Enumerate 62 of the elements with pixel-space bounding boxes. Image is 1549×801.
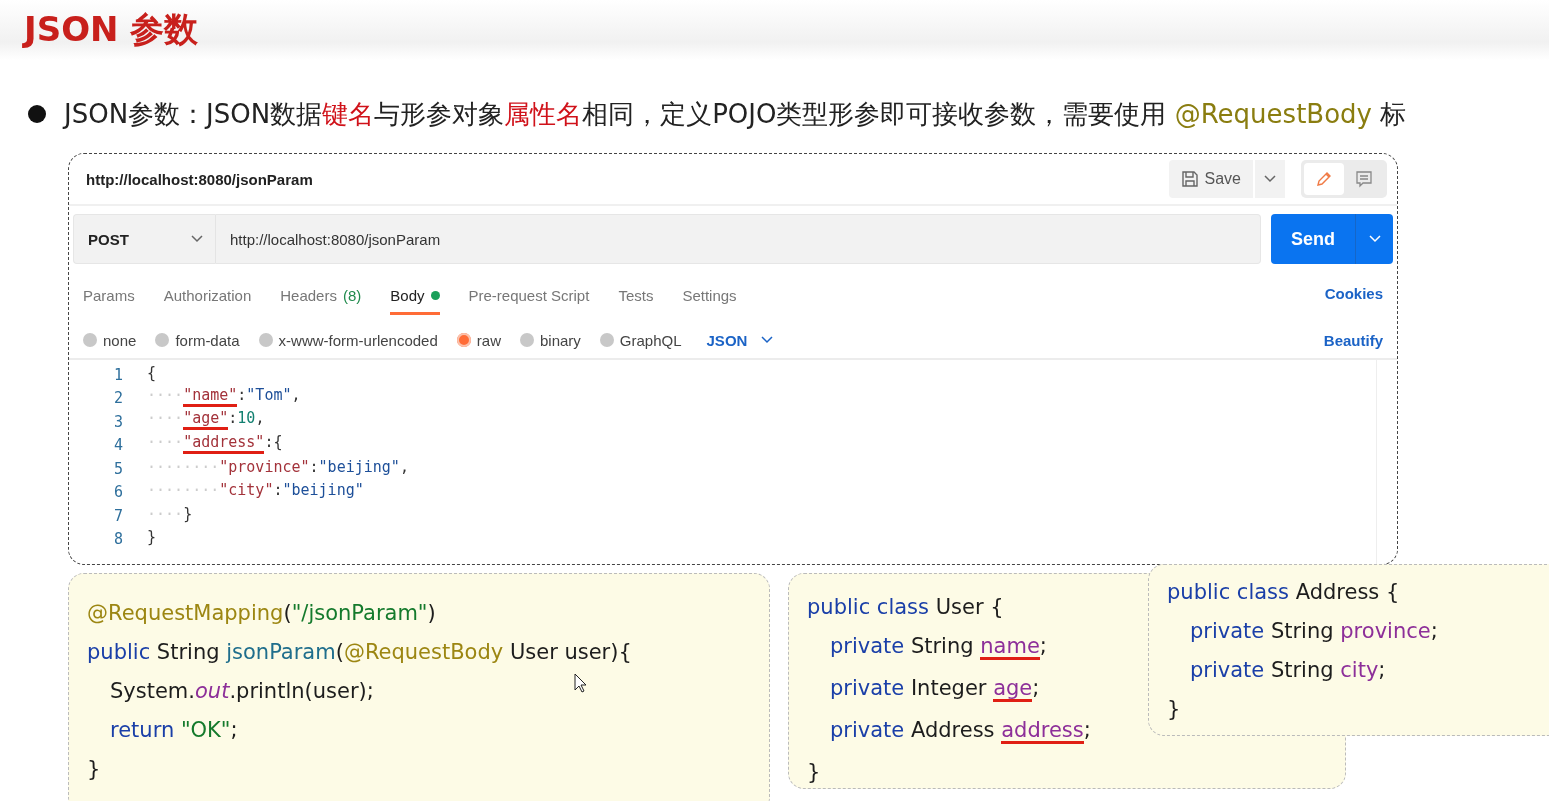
cookies-link[interactable]: Cookies (1324, 284, 1383, 302)
request-tab[interactable]: Body (390, 277, 440, 315)
method-select[interactable]: POST (73, 214, 215, 264)
code-line: ····"address":{ (147, 433, 283, 459)
code-line: ····"name":"Tom", (147, 386, 301, 412)
code-line: private Integer age; (830, 677, 1040, 704)
code-line: } (807, 761, 821, 786)
code-line: } (1167, 698, 1181, 723)
line-number: 1 (112, 365, 124, 384)
save-options-button[interactable] (1255, 160, 1285, 198)
pencil-button[interactable] (1304, 163, 1344, 195)
comment-icon (1355, 170, 1373, 188)
request-tab[interactable]: Settings (682, 277, 737, 315)
url-field[interactable]: http://localhost:8080/jsonParam (215, 214, 1261, 264)
code-line: ········"city":"beijing" (147, 482, 364, 502)
line-number: 5 (112, 459, 124, 478)
slide-title: JSON 参数 (24, 8, 199, 51)
code-line: } (147, 529, 157, 549)
chevron-down-icon (1368, 235, 1381, 243)
request-tab[interactable]: Pre-request Script (468, 277, 590, 315)
code-line: private Address address; (830, 719, 1091, 746)
beautify-link[interactable]: Beautify (1323, 331, 1383, 349)
bullet-icon (28, 105, 46, 123)
save-button[interactable]: Save (1168, 160, 1253, 198)
code-line: public String jsonParam(@RequestBody User user){ (87, 641, 632, 666)
code-line: public class Address { (1167, 581, 1400, 606)
line-number: 7 (112, 506, 124, 525)
code-line: @RequestMapping("/jsonParam") (87, 602, 436, 627)
code-line: public class User { (807, 596, 1004, 621)
line-number: 8 (112, 530, 124, 549)
request-tab[interactable]: Authorization (163, 277, 252, 315)
body-type-radio[interactable]: raw (456, 331, 501, 349)
code-line: ········"province":"beijing", (147, 458, 409, 478)
code-line: ····} (147, 505, 193, 525)
mouse-cursor-icon (574, 673, 588, 693)
chevron-down-icon (761, 336, 774, 344)
request-tab[interactable]: Tests (618, 277, 654, 315)
line-number: 4 (112, 436, 124, 455)
body-type-radio[interactable]: GraphQL (599, 331, 682, 349)
body-type-radio[interactable]: binary (519, 331, 581, 349)
request-tab[interactable]: Headers (8) (280, 277, 362, 315)
code-line: private String province; (1190, 620, 1438, 645)
format-select[interactable]: JSON (700, 330, 780, 350)
chevron-down-icon (1264, 175, 1276, 183)
body-type-radio[interactable]: form-data (155, 331, 240, 349)
request-tab[interactable]: Params (83, 277, 135, 315)
pencil-icon (1315, 170, 1333, 188)
code-line: { (147, 364, 157, 384)
body-type-radio[interactable]: x-www-form-urlencoded (258, 331, 438, 349)
chevron-down-icon (191, 235, 203, 243)
line-number: 3 (112, 412, 124, 431)
code-line: } (87, 758, 101, 783)
line-number: 2 (112, 389, 124, 408)
code-line: System.out.println(user); (110, 680, 374, 705)
code-line: ····"age":10, (147, 410, 265, 436)
bullet-text: JSON参数：JSON数据键名与形参对象属性名相同，定义POJO类型形参即可接收参数，需要使用 @RequestBody 标 (64, 97, 1407, 131)
code-line: return "OK"; (110, 719, 238, 744)
code-line: private String name; (830, 635, 1047, 662)
line-number: 6 (112, 483, 124, 502)
request-name: http://localhost:8080/jsonParam (86, 170, 314, 188)
body-type-radio[interactable]: none (83, 331, 137, 349)
code-line: private String city; (1190, 659, 1386, 684)
